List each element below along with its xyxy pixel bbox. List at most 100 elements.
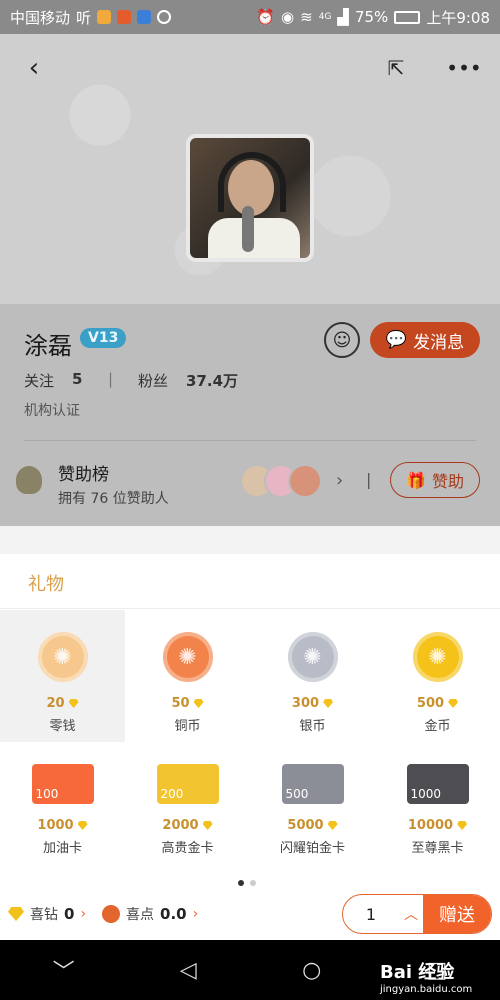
fans-count[interactable]: 37.4万	[186, 370, 238, 391]
gift-item[interactable]: ✺ 500 金币	[375, 610, 500, 742]
divider	[24, 440, 476, 441]
carrier-extra: 听	[76, 8, 92, 27]
gift-price: 10000	[407, 818, 468, 833]
diamond-icon	[77, 821, 88, 830]
follow-button[interactable]: ☺	[324, 322, 360, 358]
gift-card-icon: 100	[31, 764, 94, 804]
more-dots-icon[interactable]: •••	[446, 50, 482, 86]
gift-card-icon: 500	[281, 764, 344, 804]
gift-price-value: 300	[291, 696, 320, 711]
share-icon[interactable]: ⇱	[378, 50, 414, 86]
gift-price-value: 5000	[287, 818, 324, 833]
coin-icon: ✺	[37, 632, 88, 682]
coin-icon: ✺	[412, 632, 463, 682]
gift-name: 高贵金卡	[161, 841, 214, 856]
gift-price: 300	[291, 696, 334, 711]
certification-label: 机构认证	[24, 403, 80, 419]
gift-name: 闪耀铂金卡	[279, 841, 345, 856]
gift-price-value: 500	[416, 696, 445, 711]
coin-icon: ✺	[162, 632, 213, 682]
gift-price: 50	[171, 696, 204, 711]
gift-item[interactable]: 100 1000 加油卡	[0, 750, 125, 882]
back-arrow-icon[interactable]: ‹	[16, 50, 52, 86]
time-label: 上午9:08	[426, 8, 490, 27]
page-dot	[250, 880, 256, 886]
diamond-label: 喜钻	[30, 907, 58, 923]
wallet-bar: 喜钻 0 › 喜点 0.0 ›	[8, 904, 198, 924]
gift-name: 零钱	[49, 719, 76, 734]
gift-price-value: 50	[171, 696, 190, 711]
signal-icon: ▟	[337, 8, 349, 26]
gift-item[interactable]: ✺ 20 零钱	[0, 610, 125, 742]
diamond-icon	[193, 699, 204, 708]
battery-icon	[394, 10, 421, 24]
fans-stat-label: 粉丝	[138, 372, 169, 390]
gift-price-value: 20	[46, 696, 65, 711]
send-control: 1 ︿ 赠送	[342, 894, 492, 934]
app-icon	[157, 10, 172, 24]
signal-label: 4G	[318, 12, 332, 22]
hide-keyboard-icon[interactable]: ﹀	[53, 954, 75, 986]
gift-price-value: 10000	[407, 818, 454, 833]
sponsor-title[interactable]: 赞助榜	[58, 460, 109, 485]
gift-item[interactable]: ✺ 50 铜币	[125, 610, 250, 742]
page-indicator	[238, 880, 256, 886]
gift-card-value: 200	[160, 787, 184, 801]
gift-item[interactable]: ✺ 300 银币	[250, 610, 375, 742]
vip-badge: V13	[80, 328, 127, 348]
gift-price: 2000	[162, 818, 213, 833]
gift-item[interactable]: 500 5000 闪耀铂金卡	[250, 750, 375, 882]
gift-card-value: 500	[285, 787, 309, 801]
diamond-icon	[8, 907, 24, 921]
gift-price-value: 2000	[162, 818, 199, 833]
diamond-icon	[323, 699, 334, 708]
gift-card-value: 100	[35, 787, 59, 801]
divider	[0, 608, 500, 609]
gift-item[interactable]: 1000 10000 至尊黑卡	[375, 750, 500, 882]
gift-price-value: 1000	[37, 818, 74, 833]
gift-icon: 🎁	[406, 470, 426, 490]
chat-bubble-icon: 💬	[385, 330, 408, 350]
page-dot-active	[238, 880, 244, 886]
carrier-label: 中国移动	[10, 8, 71, 27]
gift-price: 500	[416, 696, 459, 711]
points-icon	[102, 905, 121, 923]
diamond-icon	[327, 821, 338, 830]
user-icon: ☺	[332, 329, 352, 351]
medal-icon	[16, 466, 42, 494]
gift-price: 20	[46, 696, 79, 711]
gift-item[interactable]: 200 2000 高贵金卡	[125, 750, 250, 882]
points-label: 喜点	[126, 907, 155, 923]
message-button[interactable]: 💬 发消息	[370, 322, 480, 358]
watermark-text: Bai 经验	[380, 962, 455, 983]
notification-icon	[97, 10, 112, 24]
chevron-up-icon[interactable]: ︿	[399, 895, 423, 933]
quantity-input[interactable]: 1	[343, 895, 399, 933]
gift-price: 1000	[37, 818, 88, 833]
diamond-icon	[68, 699, 79, 708]
follow-count[interactable]: 5	[72, 370, 82, 388]
gift-name: 至尊黑卡	[411, 841, 464, 856]
alarm-icon: ⏰	[256, 8, 276, 26]
sponsor-avatar	[288, 464, 322, 498]
diamond-icon	[202, 821, 213, 830]
status-bar: 中国移动 听 ⏰ ◉ ≋ 4G ▟ 75% 上午9:08	[0, 0, 500, 34]
chevron-right-icon[interactable]: ›	[80, 906, 86, 922]
chevron-right-icon[interactable]: ›	[336, 470, 343, 491]
avatar[interactable]	[186, 134, 314, 262]
back-nav-icon[interactable]: ◁	[180, 958, 197, 983]
battery-label: 75%	[354, 8, 389, 26]
eye-icon: ◉	[281, 8, 295, 26]
diamond-icon	[457, 821, 468, 830]
points-value: 0.0	[160, 905, 187, 923]
home-icon[interactable]: ○	[302, 958, 321, 983]
app-icon	[137, 10, 152, 24]
gift-card-icon: 200	[156, 764, 219, 804]
send-button[interactable]: 赠送	[423, 895, 491, 933]
gift-name: 银币	[299, 719, 326, 734]
chevron-right-icon[interactable]: ›	[193, 906, 199, 922]
sponsor-button[interactable]: 🎁 赞助	[390, 462, 480, 498]
wifi-icon: ≋	[300, 8, 313, 26]
gift-price: 5000	[287, 818, 338, 833]
sponsor-avatars[interactable]	[240, 464, 322, 498]
